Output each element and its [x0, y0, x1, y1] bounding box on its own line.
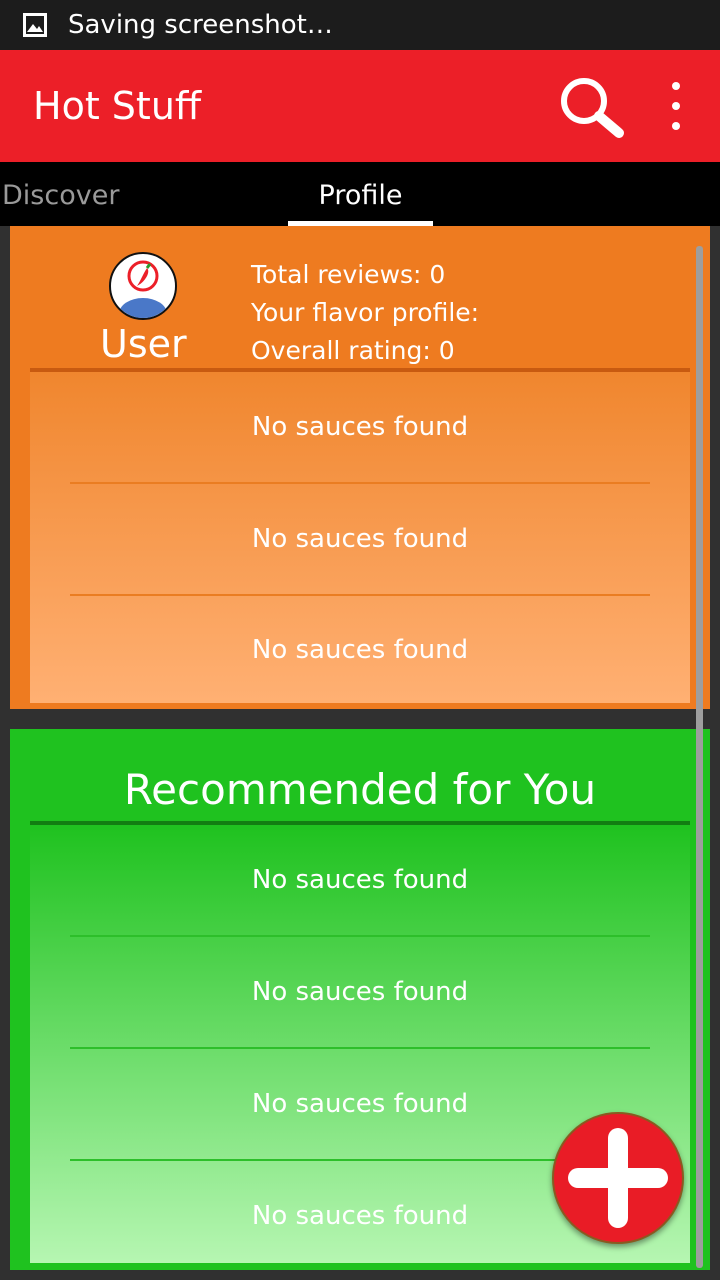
profile-card: User Total reviews: 0 Your flavor profil… — [10, 226, 710, 709]
total-reviews: Total reviews: 0 — [251, 260, 446, 289]
list-item[interactable]: No sauces found — [30, 484, 690, 594]
list-item[interactable]: No sauces found — [30, 596, 690, 703]
flavor-profile: Your flavor profile: — [251, 298, 480, 327]
user-name: User — [100, 322, 187, 366]
chili-user-avatar-icon — [109, 252, 177, 320]
tab-bar: Discover Profile — [0, 162, 720, 226]
image-icon — [20, 10, 50, 40]
overall-rating: Overall rating: 0 — [251, 336, 455, 365]
app-title: Hot Stuff — [33, 84, 202, 128]
tab-profile[interactable]: Profile — [288, 162, 433, 226]
list-item[interactable]: No sauces found — [30, 825, 690, 935]
add-icon-stroke — [608, 1128, 628, 1228]
list-item[interactable]: No sauces found — [30, 372, 690, 482]
scrollbar[interactable] — [696, 246, 703, 1268]
list-item[interactable]: No sauces found — [30, 937, 690, 1047]
search-icon[interactable] — [556, 74, 626, 140]
tab-discover[interactable]: Discover — [2, 162, 119, 226]
app-bar: Hot Stuff — [0, 50, 720, 162]
add-button[interactable] — [552, 1112, 684, 1244]
more-vert-icon[interactable] — [660, 82, 692, 130]
profile-stats: Total reviews: 0 Your flavor profile: Ov… — [251, 256, 479, 370]
profile-header: User Total reviews: 0 Your flavor profil… — [10, 226, 710, 371]
tab-profile-label: Profile — [318, 180, 403, 211]
recommended-title: Recommended for You — [123, 765, 597, 814]
status-text: Saving screenshot… — [68, 10, 333, 40]
status-bar: Saving screenshot… — [0, 0, 720, 50]
reviewed-sauces-list: No sauces found No sauces found No sauce… — [30, 368, 690, 703]
